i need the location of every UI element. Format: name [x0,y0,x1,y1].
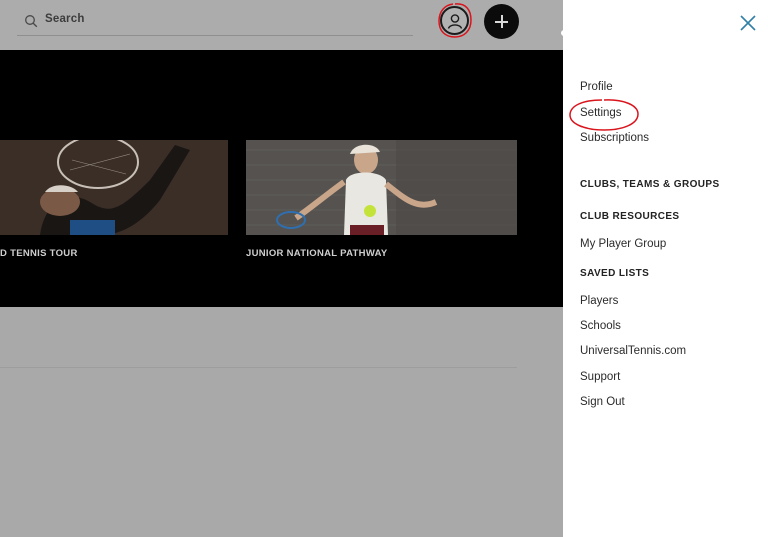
menu-item-sign-out[interactable]: Sign Out [580,396,625,408]
menu-heading-clubs-teams-groups[interactable]: CLUBS, TEAMS & GROUPS [580,179,720,190]
tennis-player-image [0,140,228,235]
menu-heading-club-resources[interactable]: CLUB RESOURCES [580,211,680,222]
panel-edge-dot [561,30,567,36]
menu-item-subscriptions[interactable]: Subscriptions [580,132,649,144]
search-icon [25,15,38,28]
menu-item-support[interactable]: Support [580,371,620,383]
menu-heading-saved-lists[interactable]: SAVED LISTS [580,268,649,279]
account-menu-panel: Profile Settings Subscriptions CLUBS, TE… [563,0,768,537]
pro-tennis-tour-card[interactable] [0,140,228,235]
menu-item-profile[interactable]: Profile [580,81,613,93]
top-header: Search [0,0,563,50]
card-title[interactable]: D TENNIS TOUR [0,248,78,259]
card-title[interactable]: JUNIOR NATIONAL PATHWAY [246,248,388,259]
add-button[interactable] [484,4,519,39]
menu-item-players[interactable]: Players [580,295,618,307]
junior-player-image [246,140,517,235]
search-placeholder: Search [45,13,85,25]
section-divider [0,367,517,368]
menu-item-universaltennis[interactable]: UniversalTennis.com [580,345,686,357]
red-circle-annotation [569,99,639,131]
menu-item-my-player-group[interactable]: My Player Group [580,238,666,250]
junior-national-pathway-card[interactable] [246,140,517,235]
search-bar[interactable]: Search [17,6,413,36]
menu-item-schools[interactable]: Schools [580,320,621,332]
close-icon[interactable] [739,14,757,32]
red-circle-annotation [438,3,472,38]
hero-section: D TENNIS TOUR JUNIOR NATIONAL PATHWAY [0,50,563,307]
